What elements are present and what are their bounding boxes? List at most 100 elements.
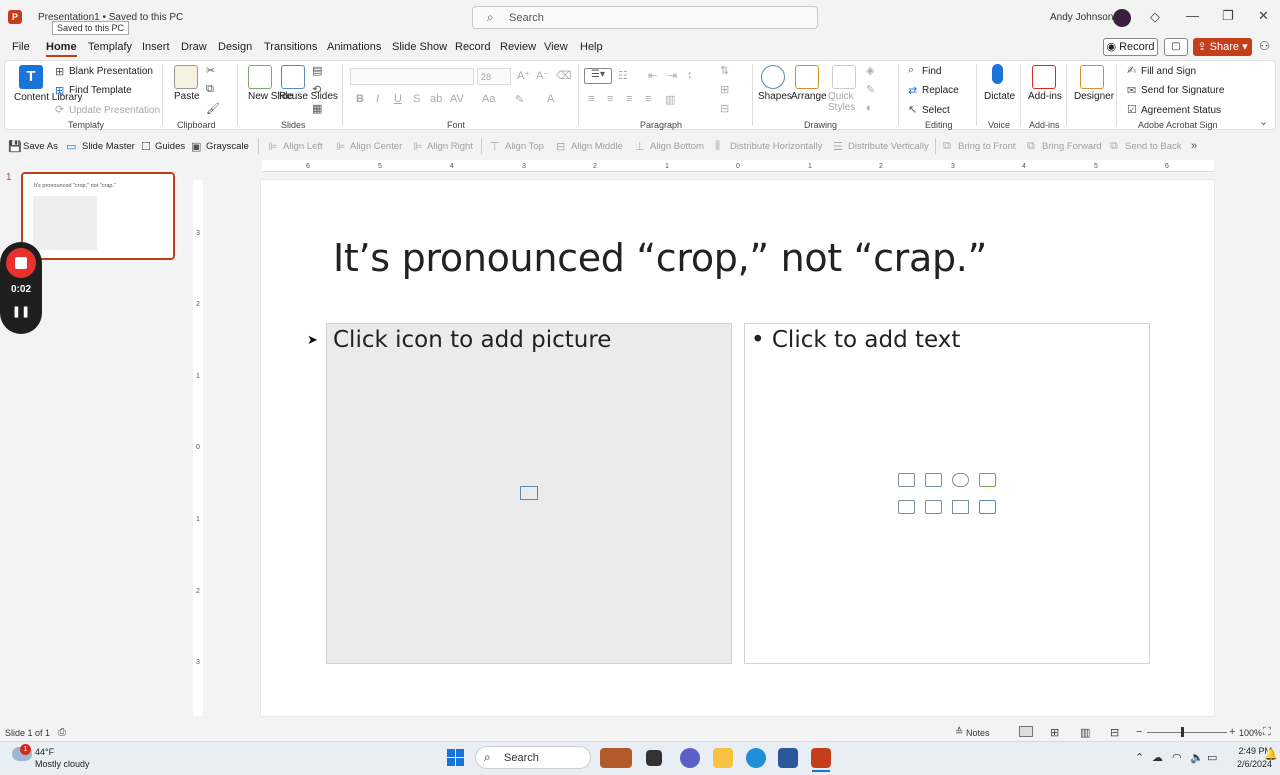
- copy-icon[interactable]: ⧉: [206, 83, 214, 96]
- distribute-horizontally-button[interactable]: Distribute Horizontally: [730, 141, 822, 152]
- widgets-app-icon[interactable]: [600, 748, 632, 768]
- close-button[interactable]: ✕: [1258, 8, 1269, 24]
- shapes-icon[interactable]: [761, 65, 785, 89]
- decrease-indent-icon[interactable]: ⇤: [648, 69, 657, 82]
- accessibility-icon[interactable]: ⎙: [58, 727, 66, 738]
- edge-icon[interactable]: [746, 748, 766, 768]
- new-slide-icon[interactable]: [248, 65, 272, 89]
- highlight-icon[interactable]: ✎: [515, 93, 524, 106]
- designer-button[interactable]: Designer: [1074, 91, 1114, 102]
- bold-icon[interactable]: B: [356, 93, 364, 105]
- insert-smartart-icon[interactable]: [979, 473, 996, 487]
- align-middle-button[interactable]: Align Middle: [571, 141, 623, 152]
- reuse-slides-button[interactable]: Reuse Slides: [279, 91, 338, 102]
- shape-effects-icon[interactable]: ◐: [866, 102, 873, 114]
- fit-slide-icon[interactable]: ⛶: [1263, 726, 1271, 739]
- shapes-button[interactable]: Shapes: [758, 91, 792, 102]
- fill-sign-button[interactable]: Fill and Sign: [1141, 66, 1196, 77]
- save-as-button[interactable]: Save As: [23, 141, 58, 152]
- slide-master-button[interactable]: Slide Master: [82, 141, 135, 152]
- align-center-text-icon[interactable]: ≡: [607, 93, 613, 105]
- weather-description[interactable]: Mostly cloudy: [35, 759, 90, 769]
- decrease-font-icon[interactable]: A⁻: [536, 69, 549, 82]
- bring-to-front-button[interactable]: Bring to Front: [958, 141, 1016, 152]
- font-size-select[interactable]: 28: [477, 68, 511, 85]
- layout-icon[interactable]: ▤: [312, 64, 322, 77]
- dictate-button[interactable]: Dictate: [984, 91, 1015, 102]
- share-button[interactable]: ⇪ Share ▾: [1193, 38, 1252, 56]
- search-box[interactable]: ⌕ Search: [472, 6, 818, 29]
- tab-design[interactable]: Design: [218, 41, 252, 53]
- format-painter-icon[interactable]: 🖌: [206, 102, 220, 115]
- align-right-button[interactable]: Align Right: [427, 141, 473, 152]
- font-color-icon[interactable]: A: [547, 93, 554, 105]
- guides-checkbox[interactable]: ☐: [141, 140, 151, 153]
- align-top-button[interactable]: Align Top: [505, 141, 544, 152]
- reset-icon[interactable]: ⟲: [312, 83, 321, 96]
- insert-picture-icon[interactable]: [898, 473, 915, 487]
- insert-stock-images-icon[interactable]: [925, 473, 942, 487]
- reuse-slides-icon[interactable]: [281, 65, 305, 89]
- align-text-icon[interactable]: ⊞: [720, 83, 729, 96]
- cut-icon[interactable]: ✂: [206, 64, 215, 77]
- tab-help[interactable]: Help: [580, 41, 603, 53]
- addins-button[interactable]: Add-ins: [1028, 91, 1062, 102]
- find-button[interactable]: Find: [922, 66, 941, 77]
- numbering-icon[interactable]: ☷: [618, 69, 628, 82]
- bring-forward-button[interactable]: Bring Forward: [1042, 141, 1102, 152]
- restore-button[interactable]: ❐: [1222, 8, 1234, 24]
- powerpoint-taskbar-icon[interactable]: [811, 748, 831, 768]
- shape-fill-icon[interactable]: ◈: [866, 64, 874, 77]
- microphone-icon[interactable]: [992, 64, 1003, 84]
- char-spacing-dropdown-icon[interactable]: AV: [450, 93, 464, 105]
- send-signature-button[interactable]: Send for Signature: [1141, 85, 1224, 96]
- insert-cameo-icon[interactable]: [898, 500, 915, 514]
- tab-slide-show[interactable]: Slide Show: [392, 41, 447, 53]
- quick-styles-button[interactable]: Quick Styles: [828, 91, 862, 113]
- zoom-out-icon[interactable]: −: [1136, 726, 1142, 738]
- slide-sorter-icon[interactable]: ⊞: [1050, 726, 1059, 739]
- taskbar-search[interactable]: ⌕ Search: [475, 746, 591, 769]
- send-to-back-button[interactable]: Send to Back: [1125, 141, 1182, 152]
- insert-video-icon[interactable]: [925, 500, 942, 514]
- tab-file[interactable]: File: [12, 41, 30, 53]
- tab-insert[interactable]: Insert: [142, 41, 170, 53]
- tab-animations[interactable]: Animations: [327, 41, 381, 53]
- volume-icon[interactable]: 🔈: [1190, 751, 1204, 764]
- tab-home[interactable]: Home: [46, 41, 77, 57]
- italic-icon[interactable]: I: [376, 93, 379, 105]
- zoom-in-icon[interactable]: +: [1229, 726, 1235, 738]
- task-view-icon[interactable]: [646, 750, 662, 766]
- wifi-icon[interactable]: ◠: [1172, 751, 1182, 764]
- shape-outline-icon[interactable]: ✎: [866, 83, 875, 96]
- clear-format-icon[interactable]: ⌫: [556, 69, 572, 82]
- avatar[interactable]: [1113, 9, 1131, 27]
- text-direction-icon[interactable]: ⇅: [720, 64, 729, 77]
- update-presentation-button[interactable]: Update Presentation: [69, 105, 160, 116]
- insert-icons-icon[interactable]: [952, 473, 969, 487]
- font-name-select[interactable]: [350, 68, 474, 85]
- align-bottom-button[interactable]: Align Bottom: [650, 141, 704, 152]
- normal-view-icon[interactable]: [1019, 726, 1033, 737]
- paste-icon[interactable]: [174, 65, 198, 89]
- word-icon[interactable]: [778, 748, 798, 768]
- templafy-icon[interactable]: T: [19, 65, 43, 89]
- tab-review[interactable]: Review: [500, 41, 536, 53]
- tab-transitions[interactable]: Transitions: [264, 41, 317, 53]
- pause-icon[interactable]: ❚❚: [0, 305, 42, 318]
- align-left-button[interactable]: Align Left: [283, 141, 323, 152]
- bullets-icon[interactable]: ☰▾: [584, 68, 612, 84]
- section-icon[interactable]: ▦: [312, 102, 322, 115]
- increase-indent-icon[interactable]: ⇥: [668, 69, 677, 82]
- designer-icon[interactable]: [1080, 65, 1104, 89]
- arrange-button[interactable]: Arrange: [791, 91, 827, 102]
- slide-show-icon[interactable]: ⊟: [1110, 726, 1119, 739]
- line-spacing-icon[interactable]: ↕: [687, 69, 693, 81]
- overflow-chevron-icon[interactable]: »: [1191, 140, 1197, 152]
- char-spacing-icon[interactable]: ab: [430, 93, 442, 105]
- quick-styles-icon[interactable]: [832, 65, 856, 89]
- zoom-level[interactable]: 100%: [1239, 728, 1262, 738]
- insert-table-icon[interactable]: [952, 500, 969, 514]
- guides-label[interactable]: Guides: [155, 141, 185, 152]
- notes-button[interactable]: Notes: [966, 728, 990, 738]
